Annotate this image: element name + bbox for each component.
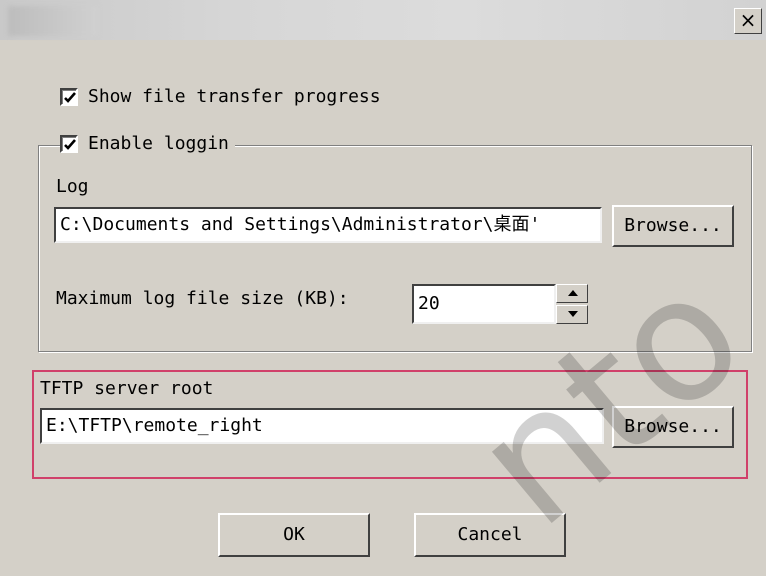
- max-log-size-label: Maximum log file size (KB):: [56, 288, 349, 309]
- enable-logging-option[interactable]: Enable loggin: [60, 133, 235, 154]
- show-progress-label: Show file transfer progress: [88, 86, 381, 107]
- close-button[interactable]: ×: [734, 8, 762, 34]
- enable-logging-label: Enable loggin: [88, 133, 229, 154]
- max-log-size-input[interactable]: 20: [412, 284, 556, 324]
- tftp-browse-button[interactable]: Browse...: [612, 406, 734, 448]
- title-area: [8, 6, 98, 36]
- arrow-up-icon: [568, 290, 578, 296]
- close-icon: ×: [739, 8, 757, 32]
- arrow-down-icon: [568, 311, 578, 317]
- log-browse-button[interactable]: Browse...: [612, 205, 734, 247]
- spin-down-button[interactable]: [556, 305, 588, 324]
- max-log-size-spinner: [556, 284, 588, 324]
- log-path-input[interactable]: C:\Documents and Settings\Administrator\…: [54, 207, 602, 243]
- logging-groupbox: [38, 145, 752, 352]
- show-progress-option[interactable]: Show file transfer progress: [60, 86, 381, 107]
- title-bar: ×: [0, 0, 766, 40]
- log-label: Log: [56, 176, 89, 197]
- checkmark-icon: [64, 91, 76, 103]
- cancel-button[interactable]: Cancel: [414, 513, 566, 557]
- tftp-root-input[interactable]: E:\TFTP\remote_right: [40, 408, 604, 444]
- enable-logging-checkbox[interactable]: [60, 134, 78, 153]
- show-progress-checkbox[interactable]: [60, 87, 78, 106]
- spin-up-button[interactable]: [556, 284, 588, 303]
- tftp-root-label: TFTP server root: [40, 378, 214, 399]
- options-dialog: × Show file transfer progress Enable log…: [0, 0, 766, 576]
- ok-button[interactable]: OK: [218, 513, 370, 557]
- checkmark-icon: [64, 138, 76, 150]
